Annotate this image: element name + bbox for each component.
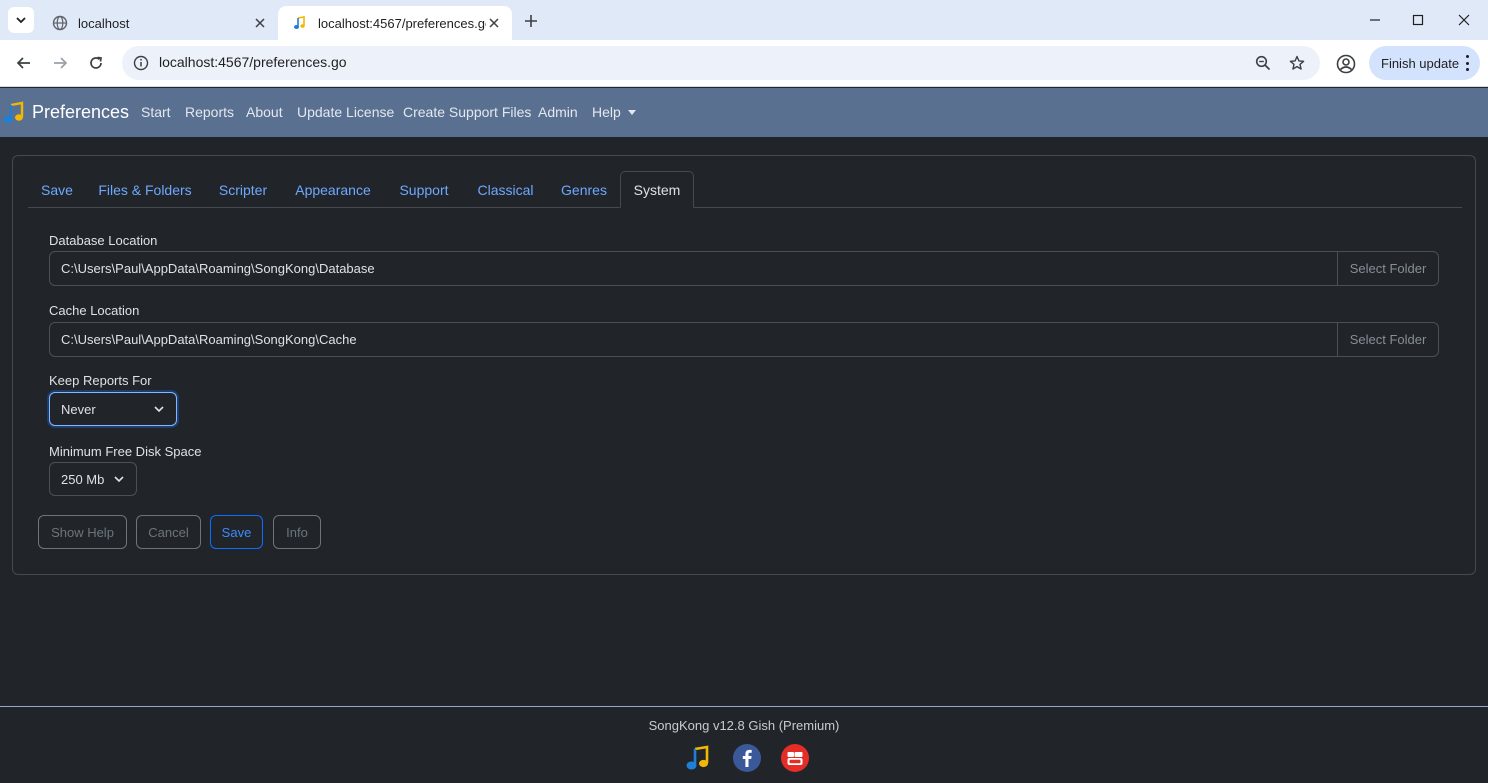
songkong-logo-icon[interactable]: [2, 100, 28, 126]
back-button[interactable]: [11, 50, 37, 76]
nav-link-admin[interactable]: Admin: [538, 104, 578, 120]
browser-tab-title: localhost:4567/preferences.go: [318, 15, 486, 31]
arrow-left-icon: [16, 57, 30, 69]
database-select-folder-button[interactable]: Select Folder: [1337, 251, 1439, 286]
minimize-button[interactable]: [1364, 9, 1386, 31]
forward-button[interactable]: [47, 50, 73, 76]
bookmark-star-icon[interactable]: [1286, 52, 1308, 74]
show-help-button[interactable]: Show Help: [38, 515, 127, 549]
cache-location-input[interactable]: C:\Users\Paul\AppData\Roaming\SongKong\C…: [49, 322, 1338, 357]
min-free-disk-space-value: 250 Mb: [61, 471, 105, 487]
app-navbar: Preferences Start Reports About Update L…: [0, 88, 1488, 137]
cache-location-label: Cache Location: [49, 303, 140, 318]
cache-select-folder-button[interactable]: Select Folder: [1337, 322, 1439, 357]
tab-files-folders[interactable]: Files & Folders: [90, 171, 200, 208]
reload-icon: [90, 56, 102, 69]
tab-appearance[interactable]: Appearance: [285, 171, 381, 208]
close-icon: [1458, 14, 1470, 26]
database-location-label: Database Location: [49, 233, 158, 248]
globe-icon: [52, 15, 68, 31]
facebook-icon[interactable]: [732, 743, 762, 773]
min-free-disk-space-label: Minimum Free Disk Space: [49, 444, 202, 459]
browser-tab-preferences[interactable]: localhost:4567/preferences.go: [278, 6, 512, 40]
chevron-down-icon: [114, 476, 124, 483]
info-button[interactable]: Info: [273, 515, 321, 549]
footer-divider: [0, 706, 1488, 707]
profile-icon[interactable]: [1334, 52, 1358, 76]
min-free-disk-space-select[interactable]: 250 Mb: [49, 462, 137, 496]
close-icon[interactable]: [486, 15, 502, 31]
music-note-icon: [292, 15, 308, 31]
keep-reports-for-label: Keep Reports For: [49, 373, 152, 388]
footer-version-text: SongKong v12.8 Gish (Premium): [648, 718, 840, 733]
browser-tab-localhost[interactable]: localhost: [38, 6, 278, 40]
caret-down-icon: [627, 110, 636, 115]
tab-save[interactable]: Save: [28, 171, 86, 208]
nav-link-help-label: Help: [592, 104, 621, 120]
plus-icon: [525, 15, 537, 27]
address-bar[interactable]: localhost:4567/preferences.go: [122, 46, 1320, 80]
keep-reports-for-select[interactable]: Never: [49, 392, 177, 426]
maximize-button[interactable]: [1407, 9, 1429, 31]
new-tab-button[interactable]: [520, 10, 542, 32]
finish-update-button[interactable]: Finish update: [1369, 46, 1480, 80]
chevron-down-icon: [16, 17, 26, 24]
browser-tab-title: localhost: [78, 15, 130, 31]
save-button[interactable]: Save: [210, 515, 263, 549]
nav-link-about[interactable]: About: [246, 104, 283, 120]
nav-link-reports[interactable]: Reports: [185, 104, 234, 120]
finish-update-label: Finish update: [1381, 55, 1460, 71]
tab-classical[interactable]: Classical: [468, 171, 543, 208]
minimize-icon: [1370, 19, 1380, 21]
tab-system[interactable]: System: [620, 171, 694, 208]
arrow-right-icon: [54, 57, 68, 69]
tab-scripter[interactable]: Scripter: [207, 171, 279, 208]
songkong-logo-icon[interactable]: [684, 743, 714, 773]
tab-genres[interactable]: Genres: [550, 171, 618, 208]
preferences-card: Save Files & Folders Scripter Appearance…: [12, 155, 1476, 575]
browser-tab-strip: localhost localhost:4567/preferences.go: [0, 0, 1488, 40]
keep-reports-for-value: Never: [61, 401, 96, 417]
window-close-button[interactable]: [1453, 9, 1475, 31]
more-vertical-icon: [1464, 55, 1470, 71]
url-text[interactable]: localhost:4567/preferences.go: [159, 54, 347, 70]
brand-title[interactable]: Preferences: [32, 102, 129, 123]
reload-button[interactable]: [83, 50, 109, 76]
nav-link-start[interactable]: Start: [141, 104, 171, 120]
close-icon[interactable]: [252, 15, 268, 31]
cancel-button[interactable]: Cancel: [136, 515, 201, 549]
chevron-down-icon: [154, 406, 164, 413]
zoom-icon[interactable]: [1252, 52, 1274, 74]
tab-support[interactable]: Support: [387, 171, 461, 208]
youtube-icon[interactable]: [780, 743, 810, 773]
nav-link-create-support-files[interactable]: Create Support Files: [403, 104, 531, 120]
database-location-input[interactable]: C:\Users\Paul\AppData\Roaming\SongKong\D…: [49, 251, 1338, 286]
browser-toolbar: localhost:4567/preferences.go Finish upd…: [0, 40, 1488, 87]
nav-link-help[interactable]: Help: [592, 104, 636, 120]
nav-link-update-license[interactable]: Update License: [297, 104, 394, 120]
tab-search-button[interactable]: [8, 7, 34, 33]
site-info-icon[interactable]: [130, 52, 152, 74]
maximize-icon: [1412, 14, 1424, 26]
